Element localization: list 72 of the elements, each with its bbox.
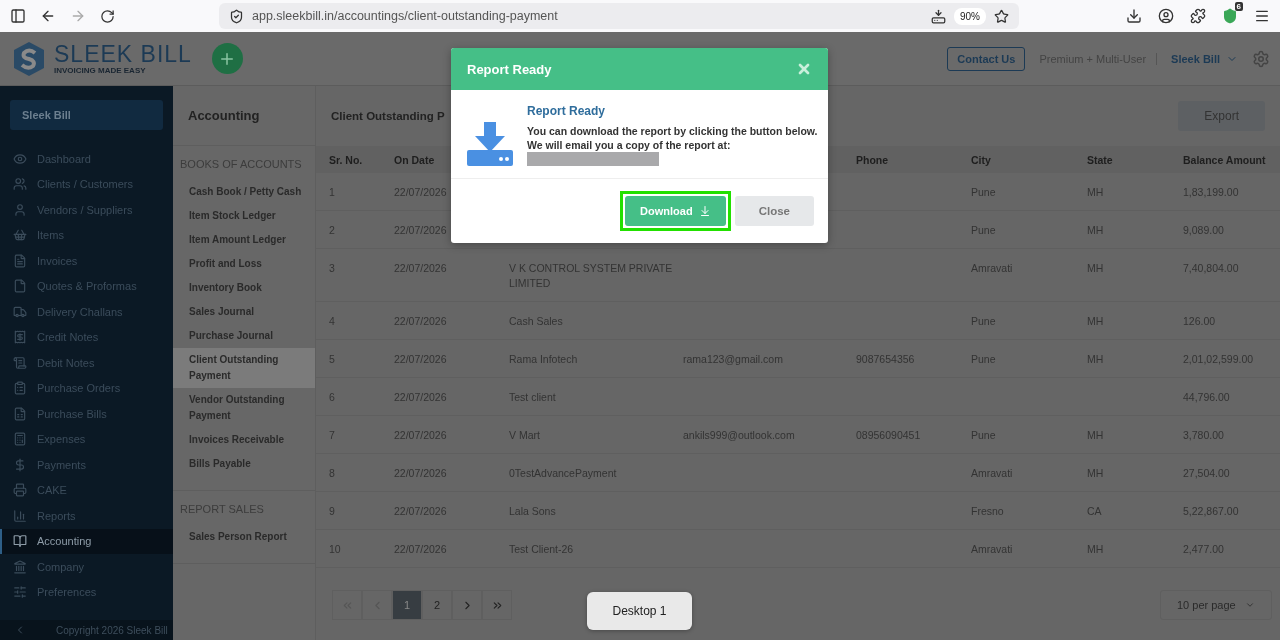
submenu-item[interactable]: Bills Payable (173, 452, 315, 476)
bank-icon (13, 559, 27, 574)
submenu-item[interactable]: Cash Book / Petty Cash (173, 180, 315, 204)
dialog-message: You can download the report by clicking the button below. We will email you a copy of the report at: (527, 124, 819, 152)
users-icon (13, 177, 27, 192)
submenu-item[interactable]: Client Outstanding Payment (173, 348, 315, 388)
per-page-select[interactable]: 10 per page (1160, 590, 1272, 620)
column-header: Balance Amount (1183, 153, 1267, 166)
download-tray-icon (467, 122, 513, 166)
submenu-item[interactable]: Vendor Outstanding Payment (173, 388, 315, 428)
desktop-tooltip: Desktop 1 (587, 592, 692, 630)
caret-icon (1245, 600, 1255, 610)
extension-badge: 6 (1234, 2, 1243, 11)
logo-tagline: INVOICING MADE EASY (54, 65, 147, 75)
receipt-icon (13, 330, 27, 345)
sidebar-item[interactable]: Accounting (0, 528, 173, 554)
sidebar-toggle-icon[interactable] (10, 8, 26, 24)
clipboard-icon (13, 381, 27, 396)
page-button[interactable]: 1 (392, 590, 422, 620)
user-icon (13, 202, 27, 217)
zoom-level[interactable]: 90% (954, 7, 986, 25)
back-icon[interactable] (40, 8, 56, 24)
download-button[interactable]: Download (625, 196, 726, 226)
download-icon[interactable] (1126, 8, 1142, 24)
basket-icon (13, 228, 27, 243)
submenu-item[interactable]: Item Stock Ledger (173, 204, 315, 228)
bar-chart-icon (13, 508, 27, 523)
submenu-item[interactable]: Invoices Receivable (173, 428, 315, 452)
account-icon[interactable] (1158, 8, 1174, 24)
dialog-title: Report Ready (467, 61, 552, 77)
dialog-heading: Report Ready (527, 104, 607, 118)
close-button[interactable]: Close (734, 196, 814, 226)
column-header: City (971, 153, 992, 166)
shield-icon (229, 8, 244, 24)
logo-name: SLEEK BILL (54, 42, 192, 66)
page-title: Client Outstanding P (331, 110, 445, 122)
sliders-icon (13, 585, 27, 600)
page-button[interactable]: 2 (422, 590, 452, 620)
puzzle-icon[interactable] (1190, 8, 1206, 24)
column-header: Phone (856, 153, 890, 166)
calculator-icon (13, 432, 27, 447)
copyright-text: Copyright 2026 Sleek Bill (56, 624, 168, 636)
download-page-icon[interactable] (931, 8, 946, 24)
scroll-icon (13, 355, 27, 370)
eye-icon (13, 151, 27, 166)
submenu-title: Accounting (173, 86, 315, 146)
star-icon[interactable] (994, 8, 1009, 24)
submenu-item[interactable]: Sales Journal (173, 300, 315, 324)
download-icon (698, 205, 711, 217)
submenu-item[interactable]: Item Amount Ledger (173, 228, 315, 252)
column-header: On Date (394, 153, 436, 166)
submenu-item[interactable]: Profit and Loss (173, 252, 315, 276)
dollar-icon (13, 457, 27, 472)
book-icon (13, 534, 27, 549)
spreadsheet-icon (13, 406, 27, 421)
submenu-item[interactable]: Inventory Book (173, 276, 315, 300)
address-bar[interactable]: app.sleekbill.in/accountings/client-outstanding-payment 90% (219, 3, 1019, 29)
submenu-item[interactable]: Sales Person Report (173, 525, 315, 549)
submenu-item[interactable]: Purchase Journal (173, 324, 315, 348)
reload-icon[interactable] (100, 8, 115, 24)
contact-button[interactable]: Contact Us (947, 46, 1026, 71)
column-header: Sr. No. (329, 153, 364, 166)
company-button[interactable]: Sleek Bill (10, 100, 163, 130)
account-dropdown[interactable]: Sleek Bill (1171, 52, 1238, 65)
truck-icon (13, 304, 27, 319)
menu-icon[interactable] (1254, 8, 1270, 24)
printer-icon (13, 483, 27, 498)
column-header: State (1087, 153, 1114, 166)
url-text: app.sleekbill.in/accountings/client-outstanding-payment (252, 9, 559, 23)
extension-shield-icon[interactable] (1222, 8, 1238, 24)
document-icon (13, 253, 27, 268)
file-icon (13, 279, 27, 294)
